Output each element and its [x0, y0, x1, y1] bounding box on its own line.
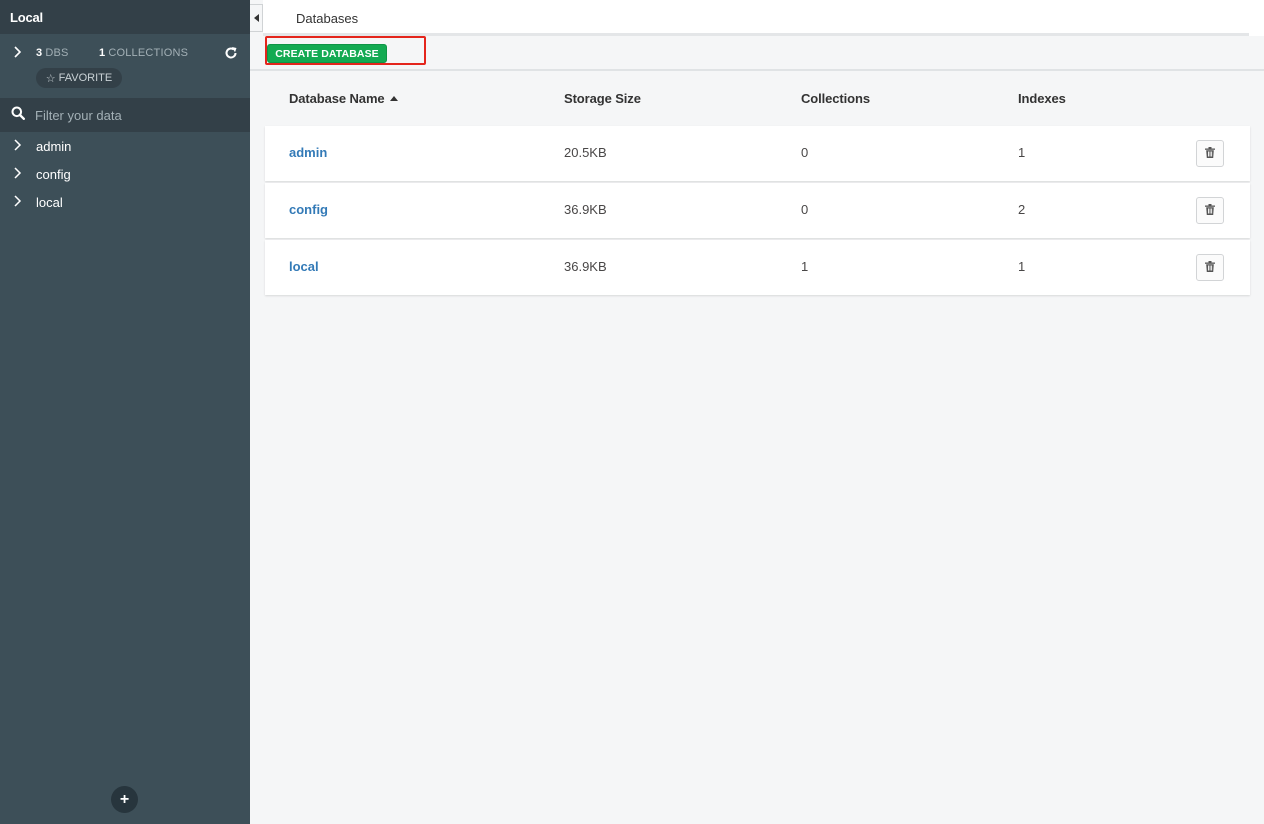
collections-count: 0 — [801, 145, 809, 160]
table-row: admin 20.5KB 0 1 — [265, 126, 1250, 181]
table-row: local 36.9KB 1 1 — [265, 240, 1250, 295]
storage-size: 20.5KB — [564, 145, 607, 160]
column-header-name[interactable]: Database Name — [289, 91, 398, 106]
database-list: admin config local — [0, 132, 250, 216]
chevron-right-icon — [13, 194, 23, 210]
star-icon: ☆ — [45, 72, 56, 85]
trash-icon — [1205, 202, 1215, 220]
sidebar: Local 3DBS 1COLLECTIONS ☆ FAVORITE admin… — [0, 0, 250, 824]
column-header-indexes[interactable]: Indexes — [1018, 91, 1066, 106]
collections-count: 0 — [801, 202, 809, 217]
trash-icon — [1205, 259, 1215, 277]
favorite-button[interactable]: ☆ FAVORITE — [36, 68, 122, 88]
chevron-right-icon — [13, 166, 23, 182]
sidebar-item-config[interactable]: config — [0, 160, 250, 188]
sidebar-item-admin[interactable]: admin — [0, 132, 250, 160]
search-icon — [11, 106, 25, 125]
tab-databases[interactable]: Databases — [263, 0, 395, 36]
database-name-link[interactable]: admin — [289, 145, 327, 160]
caret-left-icon — [253, 9, 259, 27]
sidebar-item-local[interactable]: local — [0, 188, 250, 216]
add-database-button[interactable]: + — [111, 786, 138, 813]
dbs-stat: 3 DBS — [36, 47, 69, 59]
column-header-storage[interactable]: Storage Size — [564, 91, 641, 106]
column-header-collections[interactable]: Collections — [801, 91, 870, 106]
sidebar-item-label: admin — [36, 138, 72, 154]
table-row: config 36.9KB 0 2 — [265, 183, 1250, 238]
collections-stat: 1 COLLECTIONS — [99, 47, 189, 59]
connection-title: Local — [0, 0, 250, 34]
tab-bar: Databases — [263, 0, 1264, 36]
filter-bar — [0, 98, 250, 132]
indexes-count: 1 — [1018, 145, 1026, 160]
create-database-button[interactable]: CREATE DATABASE — [267, 44, 387, 63]
refresh-icon[interactable] — [224, 46, 238, 60]
collapse-sidebar-button[interactable] — [250, 4, 263, 32]
delete-database-button[interactable] — [1196, 140, 1224, 167]
storage-size: 36.9KB — [564, 259, 607, 274]
filter-input[interactable] — [35, 107, 225, 123]
collections-count: 1 — [801, 259, 809, 274]
database-name-link[interactable]: local — [289, 259, 319, 274]
delete-database-button[interactable] — [1196, 254, 1224, 281]
sidebar-item-label: config — [36, 166, 71, 182]
trash-icon — [1205, 145, 1215, 163]
toolbar: CREATE DATABASE — [250, 36, 1264, 71]
indexes-count: 1 — [1018, 259, 1026, 274]
delete-database-button[interactable] — [1196, 197, 1224, 224]
chevron-right-icon — [13, 138, 23, 154]
sort-ascending-icon — [389, 96, 398, 101]
storage-size: 36.9KB — [564, 202, 607, 217]
sidebar-item-label: local — [36, 194, 63, 210]
table-header: Database Name Storage Size Collections I… — [265, 85, 1250, 113]
database-name-link[interactable]: config — [289, 202, 328, 217]
indexes-count: 2 — [1018, 202, 1026, 217]
chevron-right-icon[interactable] — [13, 45, 23, 63]
